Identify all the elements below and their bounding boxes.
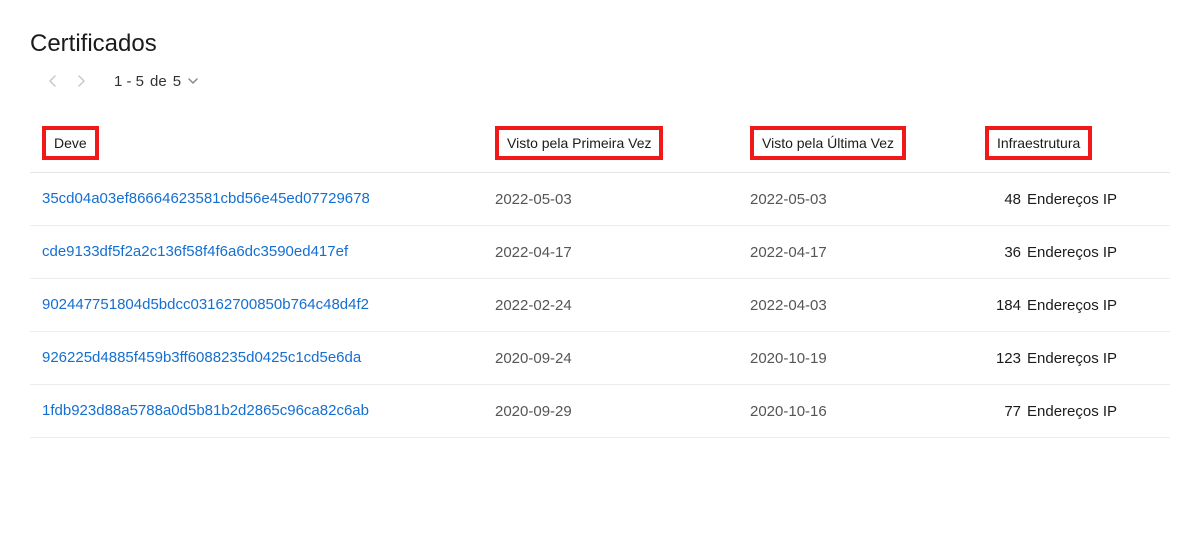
table-header-row: Deve Visto pela Primeira Vez Visto pela … <box>30 126 1170 173</box>
first-seen-value: 2022-02-24 <box>495 297 750 314</box>
table-row: 926225d4885f459b3ff6088235d0425c1cd5e6da… <box>30 332 1170 385</box>
certificate-hash-link[interactable]: 926225d4885f459b3ff6088235d0425c1cd5e6da <box>42 349 361 366</box>
infra-unit-label: Endereços IP <box>1027 297 1117 314</box>
table-row: 902447751804d5bdcc03162700850b764c48d4f2… <box>30 279 1170 332</box>
column-header-first-seen[interactable]: Visto pela Primeira Vez <box>495 126 663 160</box>
column-header-infrastructure[interactable]: Infraestrutura <box>985 126 1092 160</box>
infra-unit-label: Endereços IP <box>1027 350 1117 367</box>
last-seen-value: 2020-10-19 <box>750 350 985 367</box>
certificate-hash-link[interactable]: cde9133df5f2a2c136f58f4f6a6dc3590ed417ef <box>42 243 348 260</box>
column-header-last-seen[interactable]: Visto pela Última Vez <box>750 126 906 160</box>
first-seen-value: 2022-04-17 <box>495 244 750 261</box>
pagination-prev-button[interactable] <box>44 72 62 90</box>
infra-count: 48 <box>985 191 1021 208</box>
infra-count: 36 <box>985 244 1021 261</box>
page-indicator[interactable]: 1 - 5 de 5 <box>114 73 199 90</box>
last-seen-value: 2022-04-17 <box>750 244 985 261</box>
column-header-hash[interactable]: Deve <box>42 126 99 160</box>
first-seen-value: 2020-09-24 <box>495 350 750 367</box>
certificate-hash-link[interactable]: 1fdb923d88a5788a0d5b81b2d2865c96ca82c6ab <box>42 402 369 419</box>
infra-count: 184 <box>985 297 1021 314</box>
infra-count: 77 <box>985 403 1021 420</box>
last-seen-value: 2022-05-03 <box>750 191 985 208</box>
table-row: 1fdb923d88a5788a0d5b81b2d2865c96ca82c6ab… <box>30 385 1170 438</box>
infra-unit-label: Endereços IP <box>1027 191 1117 208</box>
table-row: cde9133df5f2a2c136f58f4f6a6dc3590ed417ef… <box>30 226 1170 279</box>
pagination-bar: 1 - 5 de 5 <box>30 72 1170 90</box>
infra-unit-label: Endereços IP <box>1027 403 1117 420</box>
first-seen-value: 2022-05-03 <box>495 191 750 208</box>
chevron-right-icon <box>75 74 87 88</box>
page-range: 1 - 5 <box>114 73 144 90</box>
page-title: Certificados <box>30 30 1170 58</box>
pagination-next-button[interactable] <box>72 72 90 90</box>
infra-count: 123 <box>985 350 1021 367</box>
last-seen-value: 2022-04-03 <box>750 297 985 314</box>
infra-unit-label: Endereços IP <box>1027 244 1117 261</box>
last-seen-value: 2020-10-16 <box>750 403 985 420</box>
certificate-hash-link[interactable]: 35cd04a03ef86664623581cbd56e45ed07729678 <box>42 190 370 207</box>
table-row: 35cd04a03ef86664623581cbd56e45ed07729678… <box>30 173 1170 226</box>
certificate-hash-link[interactable]: 902447751804d5bdcc03162700850b764c48d4f2 <box>42 296 369 313</box>
page-total: 5 <box>173 73 181 90</box>
first-seen-value: 2020-09-29 <box>495 403 750 420</box>
chevron-left-icon <box>47 74 59 88</box>
chevron-down-icon <box>187 75 199 87</box>
certificates-table: Deve Visto pela Primeira Vez Visto pela … <box>30 126 1170 438</box>
page-of-word: de <box>150 73 167 90</box>
